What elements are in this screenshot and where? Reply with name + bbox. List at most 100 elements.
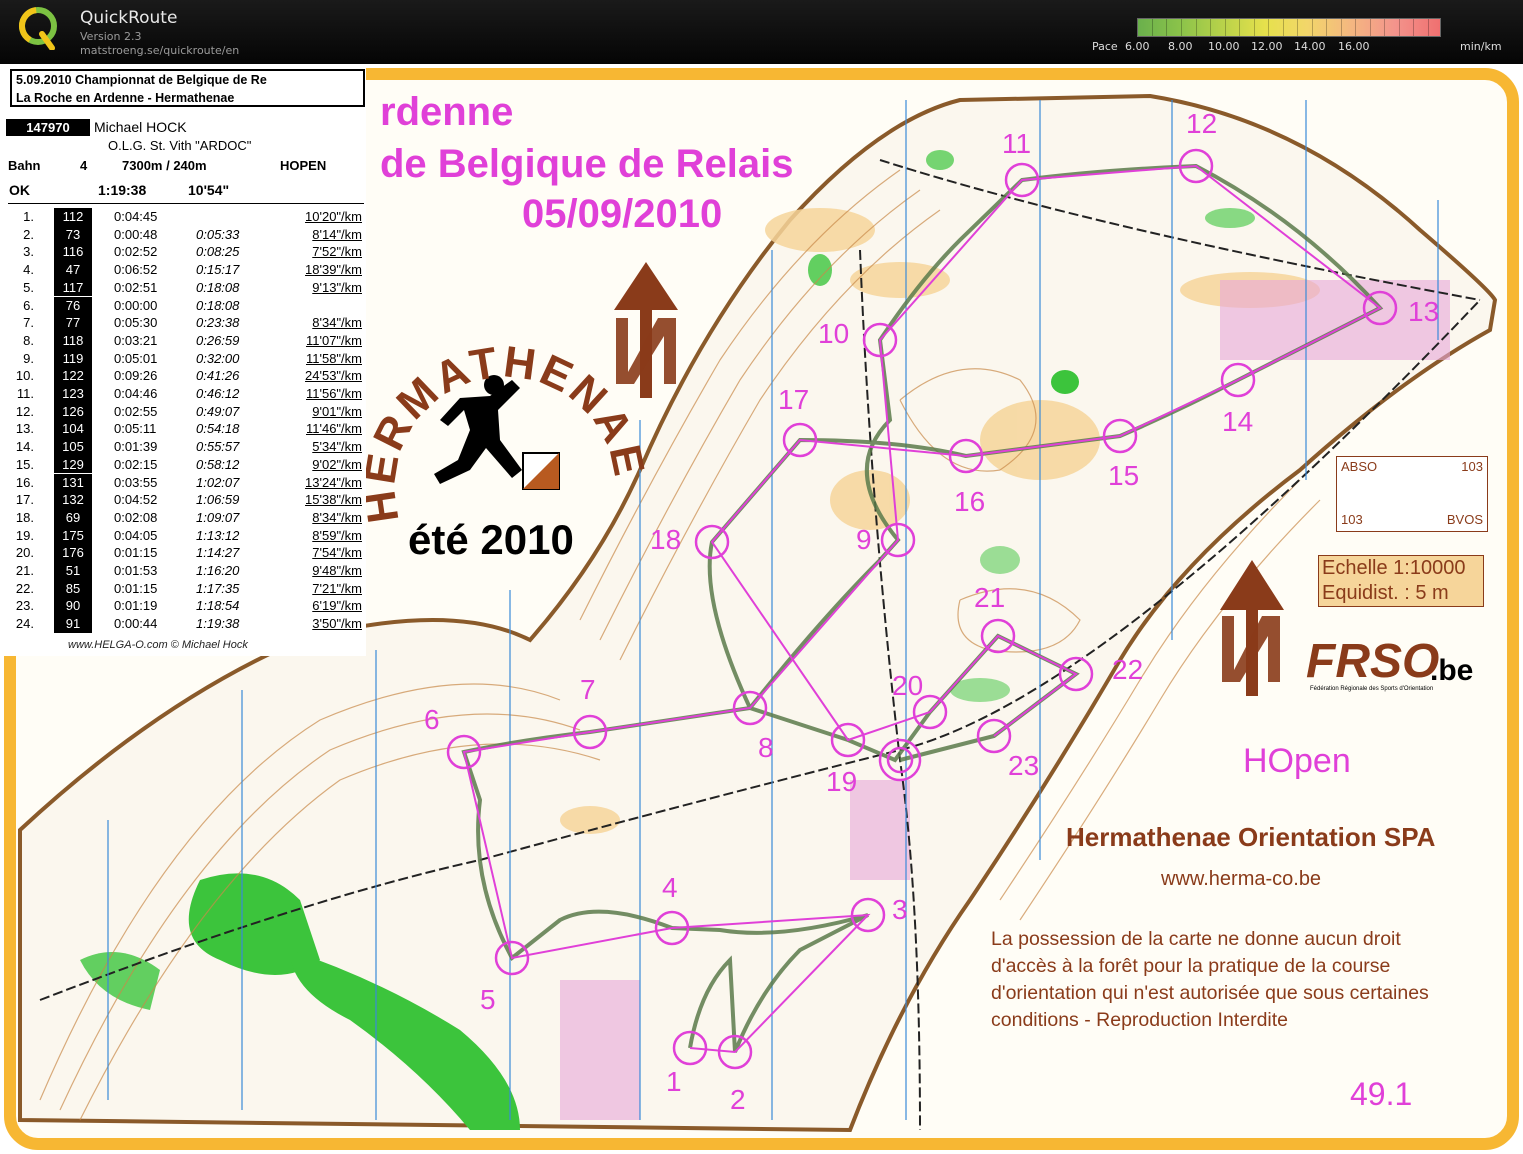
abso-br: BVOS — [1446, 512, 1483, 527]
split-leg-time: 0:03:21 — [114, 332, 158, 348]
split-row: 23. 90 0:01:19 1:18:54 6'19"/km — [4, 597, 366, 616]
club-logo-year: été 2010 — [408, 516, 574, 563]
control-label-6: 6 — [424, 704, 440, 735]
split-leg-time: 0:00:44 — [114, 616, 158, 632]
split-row: 17. 132 0:04:52 1:06:59 15'38"/km — [4, 491, 366, 509]
split-leg-time: 0:03:55 — [114, 474, 158, 490]
control-label-9: 9 — [856, 524, 872, 555]
control-label-8: 8 — [758, 732, 774, 763]
split-row: 13. 104 0:05:11 0:54:18 11'46"/km — [4, 420, 366, 439]
split-cumulative-time: 0:32:00 — [196, 350, 240, 366]
disclaimer-line: La possession de la carte ne donne aucun… — [991, 928, 1401, 950]
panel-credit: www.HELGA-O.com © Michael Hock — [68, 639, 248, 651]
split-control-code: 123 — [54, 385, 92, 403]
event-line1: 5.09.2010 Championnat de Belgique de Re — [16, 73, 267, 87]
split-control-code: 90 — [54, 597, 92, 616]
split-row: 24. 91 0:00:44 1:19:38 3'50"/km — [4, 615, 366, 633]
split-row: 16. 131 0:03:55 1:02:07 13'24"/km — [4, 473, 366, 492]
pace-tick: 8.00 — [1168, 40, 1193, 53]
split-cumulative-time: 1:09:07 — [196, 509, 240, 525]
split-control-code: 69 — [54, 508, 92, 527]
split-control-code: 85 — [54, 579, 92, 598]
split-cumulative-time: 1:18:54 — [196, 598, 240, 614]
disclaimer-line: d'orientation qui n'est autorisée que so… — [991, 982, 1429, 1004]
divider — [8, 203, 364, 204]
split-index: 22. — [15, 580, 34, 596]
split-leg-time: 0:01:39 — [114, 439, 158, 455]
split-index: 19. — [15, 527, 34, 543]
split-row: 9. 119 0:05:01 0:32:00 11'58"/km — [4, 349, 366, 368]
split-cumulative-time: 1:06:59 — [196, 492, 240, 508]
abso-tl: ABSO — [1341, 459, 1378, 474]
app-version: Version 2.3 — [80, 30, 142, 43]
split-cumulative-time: 0:41:26 — [196, 368, 240, 384]
split-index: 23. — [15, 598, 34, 614]
app-url[interactable]: matstroeng.se/quickroute/en — [80, 44, 239, 57]
split-leg-time: 0:02:55 — [114, 403, 158, 419]
split-row: 7. 77 0:05:30 0:23:38 8'34"/km — [4, 314, 366, 332]
split-index: 16. — [15, 474, 34, 490]
split-cumulative-time: 1:14:27 — [196, 545, 240, 561]
split-row: 12. 126 0:02:55 0:49:07 9'01"/km — [4, 402, 366, 421]
control-label-16: 16 — [954, 486, 986, 517]
split-leg-time: 0:02:15 — [114, 456, 158, 472]
average-pace: 10'54" — [188, 182, 230, 198]
split-row: 1. 112 0:04:45 10'20"/km — [4, 208, 366, 226]
split-index: 7. — [23, 315, 34, 331]
split-pace: 24'53"/km — [305, 368, 362, 384]
split-cumulative-time: 1:16:20 — [196, 563, 240, 578]
control-label-21: 21 — [974, 582, 1006, 613]
split-pace: 8'34"/km — [312, 315, 362, 331]
control-label-3: 3 — [892, 894, 908, 925]
control-label-17: 17 — [778, 384, 810, 415]
split-pace: 7'54"/km — [312, 545, 362, 561]
split-cumulative-time: 0:46:12 — [196, 386, 240, 401]
control-label-15: 15 — [1108, 460, 1140, 491]
map-equidistance: Equidist. : 5 m — [1322, 582, 1449, 604]
split-leg-time: 0:01:19 — [114, 598, 158, 614]
result-status: OK — [9, 182, 30, 198]
scale-box: Echelle 1:10000 Equidist. : 5 m — [1318, 555, 1484, 607]
split-row: 22. 85 0:01:15 1:17:35 7'21"/km — [4, 579, 366, 598]
control-label-20: 20 — [892, 670, 924, 701]
split-control-code: 73 — [54, 225, 92, 244]
split-cumulative-time: 0:05:33 — [196, 226, 240, 242]
split-row: 6. 76 0:00:00 0:18:08 — [4, 296, 366, 315]
split-index: 15. — [15, 456, 34, 472]
split-cumulative-time: 0:26:59 — [196, 332, 240, 348]
split-control-code: 77 — [54, 314, 92, 332]
split-pace: 6'19"/km — [312, 598, 362, 614]
split-pace: 8'34"/km — [312, 509, 362, 525]
map-title-date: 05/09/2010 — [522, 192, 723, 236]
split-times-panel: 5.09.2010 Championnat de Belgique de Re … — [4, 66, 366, 656]
map-title-line2: de Belgique de Relais — [380, 142, 794, 186]
pace-tick: 10.00 — [1208, 40, 1240, 53]
control-label-19: 19 — [826, 766, 858, 797]
split-row: 3. 116 0:02:52 0:08:25 7'52"/km — [4, 243, 366, 262]
control-label-7: 7 — [580, 674, 596, 705]
split-control-code: 175 — [54, 526, 92, 545]
split-pace: 15'38"/km — [305, 492, 362, 508]
split-cumulative-time: 0:08:25 — [196, 244, 240, 260]
split-index: 17. — [15, 492, 34, 508]
organizer-url[interactable]: www.herma-co.be — [1161, 868, 1321, 891]
split-control-code: 116 — [54, 243, 92, 262]
split-cumulative-time: 0:58:12 — [196, 456, 240, 472]
split-index: 21. — [15, 563, 34, 578]
split-index: 6. — [23, 297, 34, 313]
split-cumulative-time: 0:55:57 — [196, 439, 240, 455]
split-control-code: 126 — [54, 402, 92, 421]
split-row: 10. 122 0:09:26 0:41:26 24'53"/km — [4, 367, 366, 385]
disclaimer-line: conditions - Reproduction Interdite — [991, 1009, 1289, 1031]
split-row: 4. 47 0:06:52 0:15:17 18'39"/km — [4, 261, 366, 279]
split-cumulative-time: 1:13:12 — [196, 527, 240, 543]
total-time: 1:19:38 — [98, 182, 147, 198]
split-control-code: 105 — [54, 438, 92, 456]
split-leg-time: 0:04:45 — [114, 209, 158, 224]
control-label-18: 18 — [650, 524, 682, 555]
control-label-2: 2 — [730, 1084, 746, 1115]
split-leg-time: 0:09:26 — [114, 368, 158, 384]
split-control-code: 122 — [54, 367, 92, 385]
split-pace: 11'58"/km — [306, 350, 362, 366]
split-leg-time: 0:05:30 — [114, 315, 158, 331]
